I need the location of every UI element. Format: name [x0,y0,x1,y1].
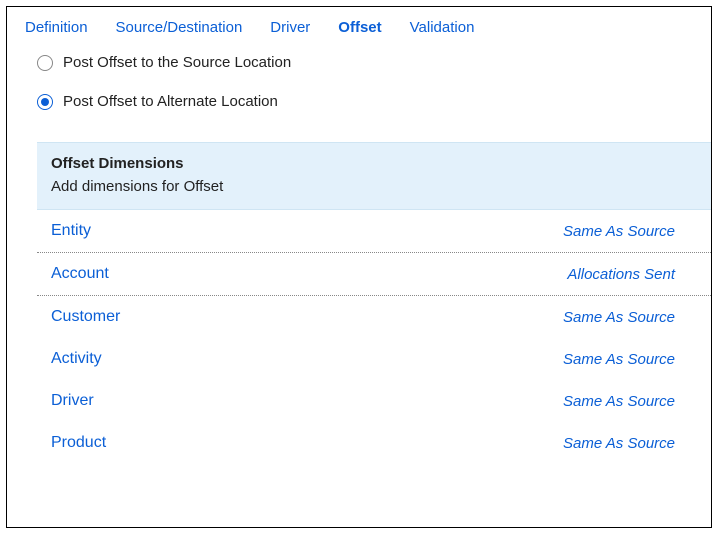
dimension-name[interactable]: Customer [51,308,120,326]
dimension-value[interactable]: Allocations Sent [567,266,697,283]
dimension-row-customer: Customer Same As Source [37,296,711,338]
dimension-row-activity: Activity Same As Source [37,338,711,380]
dimension-row-entity: Entity Same As Source [37,210,711,253]
radio-source[interactable] [37,55,53,71]
offset-dimensions-subtitle: Add dimensions for Offset [51,178,697,195]
dimension-row-driver: Driver Same As Source [37,380,711,422]
tab-offset[interactable]: Offset [338,19,381,36]
dimension-row-account: Account Allocations Sent [37,253,711,296]
tab-validation[interactable]: Validation [410,19,475,36]
dimension-value[interactable]: Same As Source [563,351,697,368]
radio-alternate-label: Post Offset to Alternate Location [63,93,278,110]
tab-definition[interactable]: Definition [25,19,88,36]
dimension-name[interactable]: Activity [51,350,102,368]
dimension-value[interactable]: Same As Source [563,435,697,452]
tab-bar: Definition Source/Destination Driver Off… [7,19,711,50]
dimension-name[interactable]: Account [51,265,109,283]
dimension-value[interactable]: Same As Source [563,309,697,326]
offset-target-group: Post Offset to the Source Location Post … [7,50,711,142]
dimension-row-product: Product Same As Source [37,422,711,464]
dimension-name[interactable]: Product [51,434,106,452]
dimension-value[interactable]: Same As Source [563,393,697,410]
offset-dimensions-header: Offset Dimensions Add dimensions for Off… [37,142,711,210]
radio-row-source[interactable]: Post Offset to the Source Location [37,54,693,71]
dimension-value[interactable]: Same As Source [563,223,697,240]
dimension-name[interactable]: Entity [51,222,91,240]
dimension-name[interactable]: Driver [51,392,94,410]
offset-panel: Definition Source/Destination Driver Off… [6,6,712,528]
offset-dimensions-section: Offset Dimensions Add dimensions for Off… [37,142,711,464]
radio-alternate[interactable] [37,94,53,110]
tab-driver[interactable]: Driver [270,19,310,36]
offset-dimensions-title: Offset Dimensions [51,155,697,172]
tab-source-destination[interactable]: Source/Destination [116,19,243,36]
radio-source-label: Post Offset to the Source Location [63,54,291,71]
radio-row-alternate[interactable]: Post Offset to Alternate Location [37,93,693,110]
